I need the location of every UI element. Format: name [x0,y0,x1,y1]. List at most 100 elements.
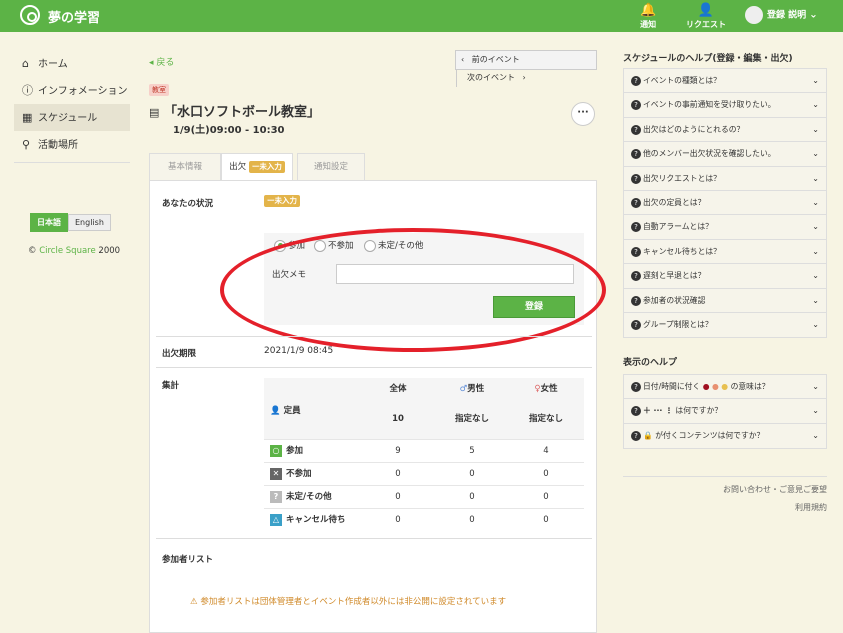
notify-label: 通知 [640,20,657,29]
event-nav: ‹ 前のイベント次のイベント › [455,50,597,87]
stats-header: 全体 ♂男性 ♀女性 [264,378,584,400]
help-item-label: 出欠リクエストとは？ [643,173,721,183]
divider [156,538,592,539]
home-icon: ⌂ [22,57,29,70]
help-item-label: イベントの事前通知を受け取りたい。 [643,100,776,110]
cell-total: 0 [395,492,401,502]
next-event-button[interactable]: 次のイベント › [456,69,531,87]
col-male-label: 男性 [467,384,485,394]
map-pin-icon: ⚲ [22,138,31,151]
row-label: △ キャンセル待ち [270,509,346,532]
top-bar: 夢の学習 🔔 通知 👤 リクエスト 登録 説明 ⌄ [0,0,843,32]
help-item[interactable]: ? 出欠はどのようにとれるの？ ⌄ [624,118,826,143]
notify-button[interactable]: 🔔 通知 [640,3,656,30]
cell-total: 0 [395,515,401,525]
sidebar-item-label: インフォメーション [38,86,128,97]
help-item[interactable]: ? グループ制限とは？ ⌄ [624,313,826,337]
help-item-label: は何ですか？ [675,406,723,416]
privacy-notice: ⚠ 参加者リストは団体管理者とイベント作成者以外には非公開に設定されています [190,595,506,607]
lang-ja-button[interactable]: 日本語 [30,213,68,232]
question-icon: ? [631,197,641,208]
row-label-text: 未定/その他 [286,492,332,502]
event-tag: 教室 [149,84,169,96]
help-item[interactable]: ? キャンセル待ちとは？ ⌄ [624,240,826,265]
request-button[interactable]: 👤 リクエスト [686,3,726,30]
help-item-label: 出欠の定員とは？ [643,197,706,207]
calendar-icon: ▤ [149,106,160,119]
help-item[interactable]: ? 出欠リクエストとは？ ⌄ [624,167,826,191]
attendance-panel: あなたの状況 ー未入力 参加 不参加 未定/その他 出欠メモ 登録 出欠期限 2… [149,180,606,633]
row-label-text: キャンセル待ち [286,515,346,525]
terms-link[interactable]: 利用規約 [723,499,827,517]
prev-event-label: 前のイベント [471,55,520,64]
help-item[interactable]: ? イベントの種類とは？ ⌄ [624,69,826,94]
participants-label: 参加者リスト [162,555,214,565]
chevron-down-icon: ⌄ [812,173,819,183]
col-female: ♀女性 [522,378,570,401]
help-item-label: キャンセル待ちとは？ [643,246,721,256]
lang-en-button[interactable]: English [68,214,111,231]
tab-attendance-label: 出欠 [229,162,247,172]
row-label-text: 定員 [283,406,301,416]
dot-markers-icon: ● ● ● [702,382,729,391]
tab-attendance[interactable]: 出欠 ー未入力 [221,153,293,181]
schedule-help-title: スケジュールのヘルプ(登録・編集・出欠) [623,54,793,64]
highlight-oval [220,228,606,352]
contact-link[interactable]: お問い合わせ・ご意見ご要望 [723,481,827,499]
help-item[interactable]: ? イベントの事前通知を受け取りたい。 ⌄ [624,93,826,118]
display-help-title: 表示のヘルプ [623,358,678,368]
row-label: ○ 参加 [270,440,303,463]
prev-event-button[interactable]: ‹ 前のイベント [456,51,530,69]
chevron-down-icon: ⌄ [812,222,819,232]
question-icon: ? [631,246,641,257]
triangle-status-icon: △ [270,513,282,526]
cell-male: 0 [469,469,475,479]
tab-basic-info[interactable]: 基本情報 [149,153,221,181]
sidebar-item-information[interactable]: ⓘ インフォメーション [14,77,130,104]
chevron-down-icon: ⌄ [812,382,819,391]
help-item[interactable]: ? 出欠の定員とは？ ⌄ [624,191,826,216]
chevron-down-icon: ⌄ [812,149,819,159]
help-item-label: の意味は？ [730,382,770,391]
sidebar-item-home[interactable]: ⌂ ホーム [14,50,130,77]
help-item-label: グループ制限とは？ [643,319,713,329]
app-title[interactable]: 夢の学習 [48,7,100,26]
question-icon: ? [631,382,641,392]
more-icon: ··· [577,107,589,118]
user-menu[interactable]: 登録 説明 ⌄ [745,6,818,24]
sidebar-item-label: ホーム [38,59,68,70]
sidebar-item-schedule[interactable]: ▦ スケジュール [14,104,130,131]
more-options-button[interactable]: ··· [571,102,595,126]
row-label-text: 不参加 [286,469,312,479]
back-label: 戻る [156,58,175,68]
request-label: リクエスト [686,20,726,29]
warning-icon: ⚠ [190,597,198,607]
question-icon: ? [631,149,641,160]
help-item[interactable]: ? 自動アラームとは？ ⌄ [624,215,826,240]
help-item[interactable]: ? 他のメンバー出欠状況を確認したい。 ⌄ [624,142,826,167]
tab-notify-settings[interactable]: 通知設定 [297,153,365,181]
divider [623,476,827,477]
help-item[interactable]: ? 🔒 が付くコンテンツは何ですか？ ⌄ [624,424,826,448]
question-icon: ? [631,124,641,135]
copyright-org-link[interactable]: Circle Square [39,246,96,256]
deadline-label: 出欠期限 [162,349,197,359]
cell-male: 指定なし [454,414,489,424]
table-row-no-join: ✕ 不参加 0 0 0 [264,463,584,486]
stats-label: 集計 [162,381,180,391]
stats-table: 全体 ♂男性 ♀女性 👤 定員 10 指定なし 指定なし ○ 参加 9 5 4 ✕… [264,378,584,532]
question-icon: ? [631,76,641,86]
display-help-list: ? 日付/時間に付く ● ● ● の意味は？ ⌄ ? ＋ ··· ⋮ は何ですか？ ⌄ … [623,374,827,450]
row-label: 👤 定員 [270,400,301,423]
back-link[interactable]: ◂ 戻る [149,55,174,68]
sidebar-item-places[interactable]: ⚲ 活動場所 [14,131,130,158]
help-item[interactable]: ? 日付/時間に付く ● ● ● の意味は？ ⌄ [624,375,826,400]
sidebar-item-label: スケジュール [38,113,98,124]
help-item[interactable]: ? 参加者の状況確認 ⌄ [624,289,826,313]
app-logo-icon[interactable] [20,5,40,25]
chevron-down-icon: ⌄ [812,76,819,85]
help-item-label: 自動アラームとは？ [643,222,713,232]
help-item[interactable]: ? 遅刻と早退とは？ ⌄ [624,264,826,289]
help-item[interactable]: ? ＋ ··· ⋮ は何ですか？ ⌄ [624,399,826,424]
help-item-label: イベントの種類とは？ [643,76,721,85]
